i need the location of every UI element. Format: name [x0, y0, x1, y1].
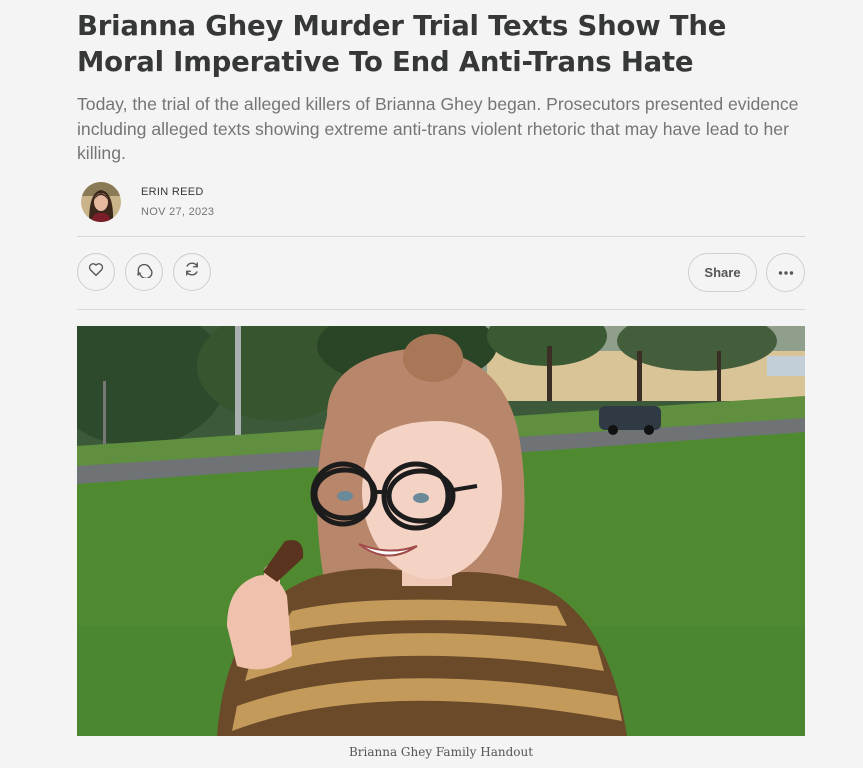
divider-bottom [77, 308, 805, 310]
post-container: Brianna Ghey Murder Trial Texts Show The… [77, 0, 805, 759]
author-avatar[interactable] [81, 181, 121, 222]
post-title: Brianna Ghey Murder Trial Texts Show The… [77, 10, 727, 78]
post-actions: Share [77, 237, 805, 309]
share-button[interactable]: Share [688, 252, 757, 292]
comment-button[interactable] [125, 252, 163, 291]
like-button[interactable] [77, 252, 115, 291]
more-options-button[interactable] [766, 252, 805, 292]
post-date: NOV 27, 2023 [141, 205, 215, 218]
comment-icon [135, 260, 153, 283]
restack-button[interactable] [173, 252, 211, 291]
heart-icon [87, 260, 105, 283]
hero-image[interactable] [77, 325, 805, 736]
post-subtitle: Today, the trial of the alleged killers … [77, 94, 799, 163]
author-name[interactable]: ERIN REED [141, 186, 204, 198]
byline: ERIN REED NOV 27, 2023 [77, 180, 805, 236]
hero-caption: Brianna Ghey Family Handout [348, 744, 534, 759]
restack-icon [183, 260, 201, 283]
ellipsis-icon [778, 263, 794, 281]
